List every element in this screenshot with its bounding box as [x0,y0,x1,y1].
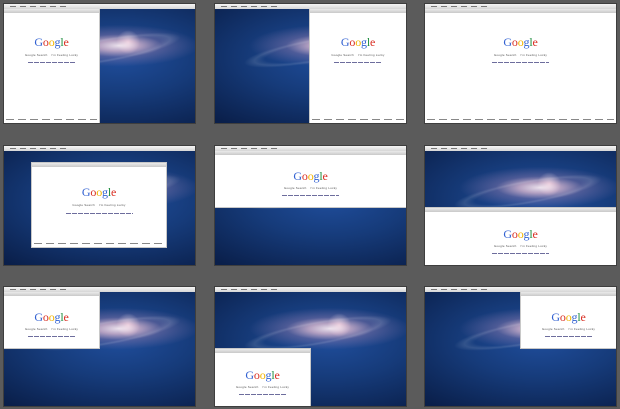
lucky-button[interactable]: I'm Feeling Lucky [51,327,78,331]
panel-bottom-half: Google Google Search I'm Feeling Lucky [425,146,616,265]
footer-links[interactable] [34,243,164,244]
panel-bottom-left-quarter: Google Google Search I'm Feeling Lucky [215,287,406,406]
menu-bar[interactable] [425,4,616,9]
google-logo: Google [34,35,69,49]
browser-window[interactable]: Google Google Search I'm Feeling Lucky [310,9,406,123]
lucky-button[interactable]: I'm Feeling Lucky [568,327,595,331]
language-links[interactable] [334,62,382,63]
lucky-button[interactable]: I'm Feeling Lucky [358,53,385,57]
search-button[interactable]: Google Search [72,203,95,207]
browser-window[interactable]: Google Google Search I'm Feeling Lucky [4,9,99,123]
panel-left-half: Google Google Search I'm Feeling Lucky [4,4,195,123]
google-logo: Google [81,185,117,199]
google-logo: Google [34,310,69,324]
search-button[interactable]: Google Search [494,244,517,248]
search-button[interactable]: Google Search [25,327,48,331]
window-titlebar[interactable] [521,292,616,296]
panel-top-half: Google Google Search I'm Feeling Lucky [215,146,406,265]
window-titlebar[interactable] [32,163,166,167]
menu-bar[interactable] [215,146,406,151]
google-logo: Google [293,169,328,183]
lucky-button[interactable]: I'm Feeling Lucky [520,244,547,248]
google-logo: Google [245,368,280,382]
language-links[interactable] [238,394,287,395]
menu-bar[interactable] [4,287,195,292]
window-titlebar[interactable] [4,9,99,13]
language-links[interactable] [27,336,76,337]
menu-bar[interactable] [215,4,406,9]
browser-window[interactable]: Google Google Search I'm Feeling Lucky [215,349,310,406]
panel-top-right-quarter: Google Google Search I'm Feeling Lucky [425,287,616,406]
language-links[interactable] [65,213,133,214]
window-titlebar[interactable] [425,208,616,212]
browser-window[interactable]: Google Google Search I'm Feeling Lucky [521,292,616,348]
menu-bar[interactable] [4,146,195,151]
panel-full-screen: Google Google Search I'm Feeling Lucky [425,4,616,123]
menu-bar[interactable] [425,287,616,292]
search-button[interactable]: Google Search [542,327,565,331]
window-titlebar[interactable] [215,151,406,155]
browser-window[interactable]: Google Google Search I'm Feeling Lucky [4,292,99,348]
search-button[interactable]: Google Search [494,53,517,57]
menu-bar[interactable] [4,4,195,9]
menu-bar[interactable] [425,146,616,151]
panel-centered: Google Google Search I'm Feeling Lucky [4,146,195,265]
lucky-button[interactable]: I'm Feeling Lucky [262,385,289,389]
search-button[interactable]: Google Search [284,186,307,190]
google-logo: Google [503,35,538,49]
browser-window[interactable]: Google Google Search I'm Feeling Lucky [32,163,166,247]
lucky-button[interactable]: I'm Feeling Lucky [310,186,337,190]
language-links[interactable] [491,62,550,63]
language-links[interactable] [27,62,76,63]
window-titlebar[interactable] [310,9,406,13]
browser-window[interactable]: Google Google Search I'm Feeling Lucky [425,208,616,265]
google-logo: Google [551,310,586,324]
browser-window[interactable]: Google Google Search I'm Feeling Lucky [215,151,406,207]
language-links[interactable] [281,195,340,196]
panel-right-half: Google Google Search I'm Feeling Lucky [215,4,406,123]
menu-bar[interactable] [215,287,406,292]
search-button[interactable]: Google Search [331,53,354,57]
search-button[interactable]: Google Search [236,385,259,389]
window-titlebar[interactable] [4,292,99,296]
window-titlebar[interactable] [425,9,616,13]
lucky-button[interactable]: I'm Feeling Lucky [99,203,126,207]
window-titlebar[interactable] [215,349,310,353]
google-logo: Google [503,227,538,241]
lucky-button[interactable]: I'm Feeling Lucky [520,53,547,57]
lucky-button[interactable]: I'm Feeling Lucky [51,53,78,57]
language-links[interactable] [491,253,550,254]
footer-links[interactable] [6,119,97,120]
search-button[interactable]: Google Search [25,53,48,57]
google-logo: Google [340,35,376,49]
footer-links[interactable] [312,119,404,120]
browser-window[interactable]: Google Google Search I'm Feeling Lucky [425,9,616,123]
panel-top-left-quarter: Google Google Search I'm Feeling Lucky [4,287,195,406]
footer-links[interactable] [427,119,614,120]
language-links[interactable] [544,336,593,337]
